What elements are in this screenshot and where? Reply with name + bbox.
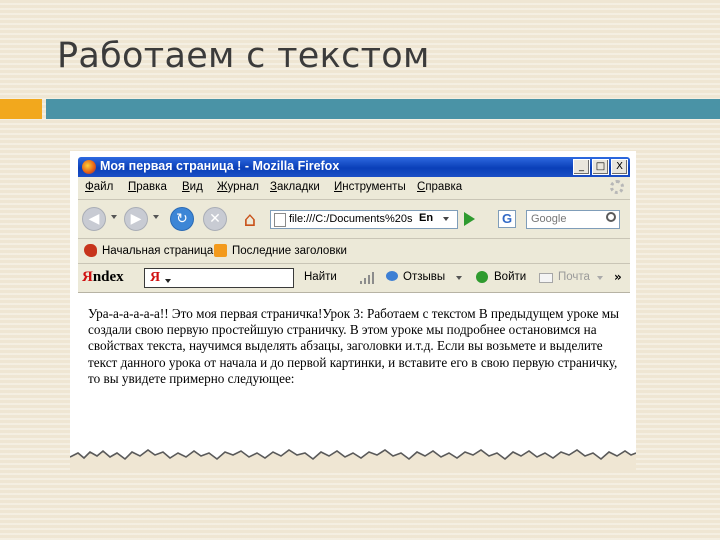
forward-button[interactable]: ▶ (124, 207, 148, 231)
close-button[interactable]: X (611, 159, 628, 175)
home-button[interactable]: ⌂ (238, 207, 262, 231)
search-engine-icon[interactable]: G (498, 210, 516, 228)
menu-tools[interactable]: Инструменты (334, 181, 406, 193)
back-button[interactable]: ◀ (82, 207, 106, 231)
menu-help[interactable]: Справка (417, 181, 462, 193)
search-placeholder: Google (531, 213, 567, 225)
window-controls: _ □ X (573, 159, 628, 175)
menu-bar: Файл Правка Вид Журнал Закладки Инструме… (78, 177, 630, 200)
rss-icon (214, 244, 227, 257)
firefox-icon (82, 160, 96, 174)
menu-edit[interactable]: Правка (128, 181, 167, 193)
url-dropdown-icon[interactable] (443, 217, 449, 221)
maximize-button[interactable]: □ (592, 159, 609, 175)
menu-file[interactable]: Файл (85, 181, 113, 193)
window-title: Моя первая страница ! - Mozilla Firefox (100, 159, 340, 173)
navigation-toolbar: ◀ ▶ ↻ ✕ ⌂ file:///C:/Documents%20s En G … (78, 200, 630, 239)
signal-icon (360, 272, 376, 284)
bookmark-start-page[interactable]: Начальная страница (102, 245, 213, 257)
back-dropdown-icon[interactable] (111, 215, 117, 219)
yandex-reviews-button[interactable]: Отзывы (403, 271, 445, 283)
throbber-icon (610, 180, 624, 194)
torn-edge (70, 449, 636, 473)
login-icon (476, 271, 488, 283)
yandex-toolbar: Яndex Я Найти Отзывы Войти Почта » (78, 264, 630, 293)
yandex-mail-button[interactable]: Почта (558, 271, 590, 283)
yandex-find-button[interactable]: Найти (304, 271, 337, 283)
browser-screenshot: Моя первая страница ! - Mozilla Firefox … (70, 151, 636, 473)
address-bar[interactable]: file:///C:/Documents%20s En (270, 210, 458, 229)
reload-button[interactable]: ↻ (170, 207, 194, 231)
mail-icon (539, 273, 553, 283)
menu-bookmarks[interactable]: Закладки (270, 181, 320, 193)
yandex-logo-letter: Я (82, 269, 93, 285)
mail-dropdown-icon[interactable] (597, 276, 603, 280)
bookmarks-toolbar: Начальная страница Последние заголовки (78, 239, 630, 264)
go-button[interactable] (464, 212, 475, 226)
yandex-search-input[interactable]: Я (144, 268, 294, 288)
yandex-logo-rest: ndex (92, 269, 124, 285)
minimize-button[interactable]: _ (573, 159, 590, 175)
yandex-input-dropdown-icon[interactable] (165, 279, 171, 283)
toolbar-overflow-chevron[interactable]: » (614, 270, 622, 284)
reviews-dropdown-icon[interactable] (456, 276, 462, 280)
accent-bar-orange (0, 99, 42, 119)
menu-view[interactable]: Вид (182, 181, 203, 193)
forward-dropdown-icon[interactable] (153, 215, 159, 219)
url-text[interactable]: file:///C:/Documents%20s (289, 213, 417, 225)
search-icon[interactable] (606, 212, 616, 222)
page-icon (274, 213, 286, 227)
accent-bar-blue (46, 99, 720, 119)
language-indicator[interactable]: En (419, 212, 433, 224)
menu-history[interactable]: Журнал (217, 181, 259, 193)
yandex-login-button[interactable]: Войти (494, 271, 526, 283)
window-titlebar: Моя первая страница ! - Mozilla Firefox … (78, 157, 630, 177)
page-content-text: Ура-а-а-а-а-а!! Это моя первая страничка… (88, 306, 620, 386)
slide-title: Работаем с текстом (57, 36, 430, 76)
bookmark-latest-headlines[interactable]: Последние заголовки (232, 245, 347, 257)
stop-button[interactable]: ✕ (203, 207, 227, 231)
yandex-logo[interactable]: Яndex (82, 269, 124, 286)
reviews-icon (386, 271, 398, 281)
start-page-icon (84, 244, 97, 257)
yandex-input-logo: Я (150, 270, 161, 285)
